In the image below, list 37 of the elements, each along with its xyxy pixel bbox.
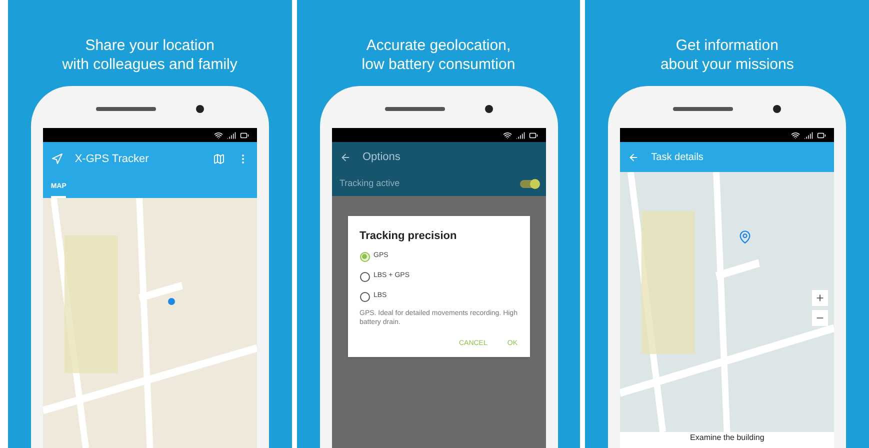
radio-button[interactable] [360, 272, 370, 282]
battery-icon [817, 130, 826, 140]
headline: Share your location with colleagues and family [62, 36, 238, 74]
battery-icon [240, 130, 249, 140]
settings-row[interactable]: Tracking active [332, 172, 546, 196]
app-title: X-GPS Tracker [74, 152, 149, 167]
setting-label: Tracking active [340, 177, 400, 190]
back-icon[interactable] [340, 152, 350, 162]
speaker-grille [96, 107, 156, 111]
toggle-switch[interactable] [520, 180, 538, 188]
camera-lens [773, 105, 782, 113]
speaker-grille [673, 107, 734, 111]
back-icon[interactable] [628, 152, 640, 162]
screen-title: Task details [651, 150, 704, 164]
zoom-in-button[interactable] [812, 290, 828, 306]
map-pin-icon [738, 230, 752, 244]
radio-button[interactable] [360, 252, 370, 262]
radio-button[interactable] [360, 292, 370, 302]
dialog-title: Tracking precision [360, 229, 458, 244]
battery-icon [528, 130, 538, 140]
signal-icon [226, 130, 236, 140]
task-title: Examine the building [690, 432, 764, 444]
zoom-out-button[interactable] [812, 310, 828, 326]
plus-icon [815, 293, 826, 303]
map-icon[interactable] [212, 153, 225, 165]
headline: Get information about your missions [660, 36, 794, 74]
headline: Accurate geolocation, low battery consumtion [362, 36, 516, 74]
wifi-icon [791, 130, 800, 140]
screen-title: Options [362, 150, 400, 165]
camera-lens [196, 105, 204, 113]
wifi-icon [502, 130, 512, 140]
speaker-grille [384, 107, 444, 111]
wifi-icon [214, 130, 223, 140]
camera-lens [484, 105, 492, 113]
signal-icon [804, 130, 814, 140]
app-logo-icon [50, 153, 63, 165]
signal-icon [516, 130, 524, 140]
